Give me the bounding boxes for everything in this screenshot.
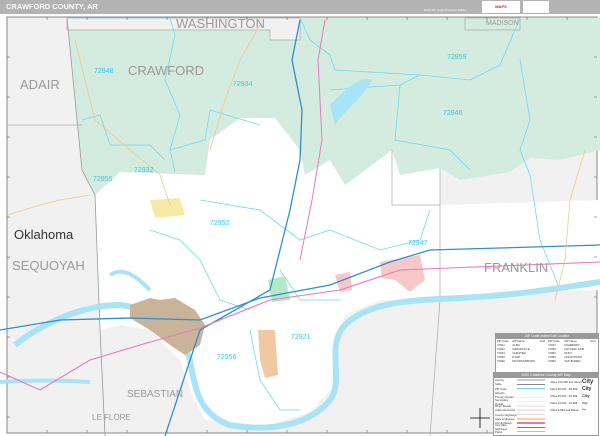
legend-city-class: Cities 50,000 - 99,999 City <box>550 385 598 392</box>
legend-swatch <box>517 409 545 411</box>
legend-city-label: Cities 25,000 - 49,999 <box>550 393 578 398</box>
legend-swatch <box>517 418 545 420</box>
county-map[interactable]: WASHINGTON MADISON ADAIR CRAWFORD Oklaho… <box>0 14 600 436</box>
legend-swatch <box>517 430 545 433</box>
zip-label: 72932 <box>134 167 154 174</box>
zip-label: 72934 <box>233 81 253 88</box>
index-cell <box>589 359 598 363</box>
header-bar: CRAWFORD COUNTY, AR 2020 ZIP Code Premiu… <box>0 0 600 14</box>
zip-label: 72956 <box>217 354 237 361</box>
state-label-oklahoma: Oklahoma <box>14 227 74 242</box>
brand-logo: MAPS <box>482 1 520 13</box>
zip-label: 72955 <box>93 176 113 183</box>
legend-swatch <box>517 426 545 429</box>
county-label-le-flore: LE FLORE <box>92 413 131 422</box>
zip-label: 72948 <box>94 68 114 75</box>
cedarville-city <box>150 198 185 218</box>
zip-label: 72946 <box>443 110 463 117</box>
county-label-madison: MADISON <box>486 20 519 27</box>
index-row: 72956 VAN BUREN <box>547 359 598 363</box>
legend-city-class: Cities 10,000 - 24,999 City <box>550 399 598 406</box>
legend-swatch <box>517 413 545 416</box>
county-label-franklin: FRANKLIN <box>484 260 549 275</box>
legend-swatch <box>517 392 545 394</box>
zip-label: 72959 <box>447 54 467 61</box>
legend-city-label: Cities 100,000 and Above <box>550 379 582 384</box>
county-label-crawford: CRAWFORD <box>128 63 205 78</box>
legend-swatch <box>517 396 545 399</box>
legend-city-label: Cities 9,999 and Below <box>550 407 579 412</box>
county-label-washington: WASHINGTON <box>176 16 265 31</box>
edition-label: 2020 ZIP Code Premium Edition <box>424 8 467 12</box>
legend-city-class: Cities 25,000 - 49,999 City <box>550 392 598 399</box>
index-row: 72946 MOUNTAINBURG <box>496 359 547 363</box>
legend-city-sample: City <box>582 408 586 411</box>
legend-city-label: Cities 50,000 - 99,999 <box>550 386 578 391</box>
legend-city-sample: City <box>582 385 592 392</box>
map-legend: 2020 Crawford County, AR Map County State… <box>493 372 599 436</box>
legend-city-sample: City <box>582 393 590 398</box>
legend-swatch <box>517 383 545 386</box>
legend-city-sample: City <box>582 378 594 385</box>
index-cell: 72956 <box>548 359 556 363</box>
index-cell: MOUNTAINBURG <box>512 359 536 363</box>
legend-swatch <box>517 405 545 407</box>
legend-city-class: Cities 9,999 and Below City <box>550 406 598 413</box>
legend-swatch <box>517 400 545 403</box>
zip-label: 72952 <box>210 220 230 227</box>
legend-swatch <box>517 387 545 390</box>
legend-swatch <box>517 379 545 381</box>
zip-label: 72921 <box>291 334 311 341</box>
index-cell: VAN BUREN <box>564 359 581 363</box>
legend-item-label: Parks <box>495 429 503 434</box>
legend-city-sample: City <box>582 400 588 405</box>
legend-city-label: Cities 10,000 - 24,999 <box>550 400 578 405</box>
zip-label: 72947 <box>408 240 428 247</box>
index-cell: 72946 <box>497 359 505 363</box>
legend-city-class: Cities 100,000 and Above City <box>550 378 598 385</box>
logo-side-panel <box>523 1 549 13</box>
legend-item: Parks <box>495 430 550 434</box>
county-label-adair: ADAIR <box>20 77 60 92</box>
county-label-sebastian: SEBASTIAN <box>127 389 184 400</box>
map-title: CRAWFORD COUNTY, AR <box>6 2 98 11</box>
index-cell <box>539 359 547 363</box>
county-label-sequoyah: SEQUOYAH <box>12 258 85 273</box>
legend-swatch <box>517 422 545 424</box>
